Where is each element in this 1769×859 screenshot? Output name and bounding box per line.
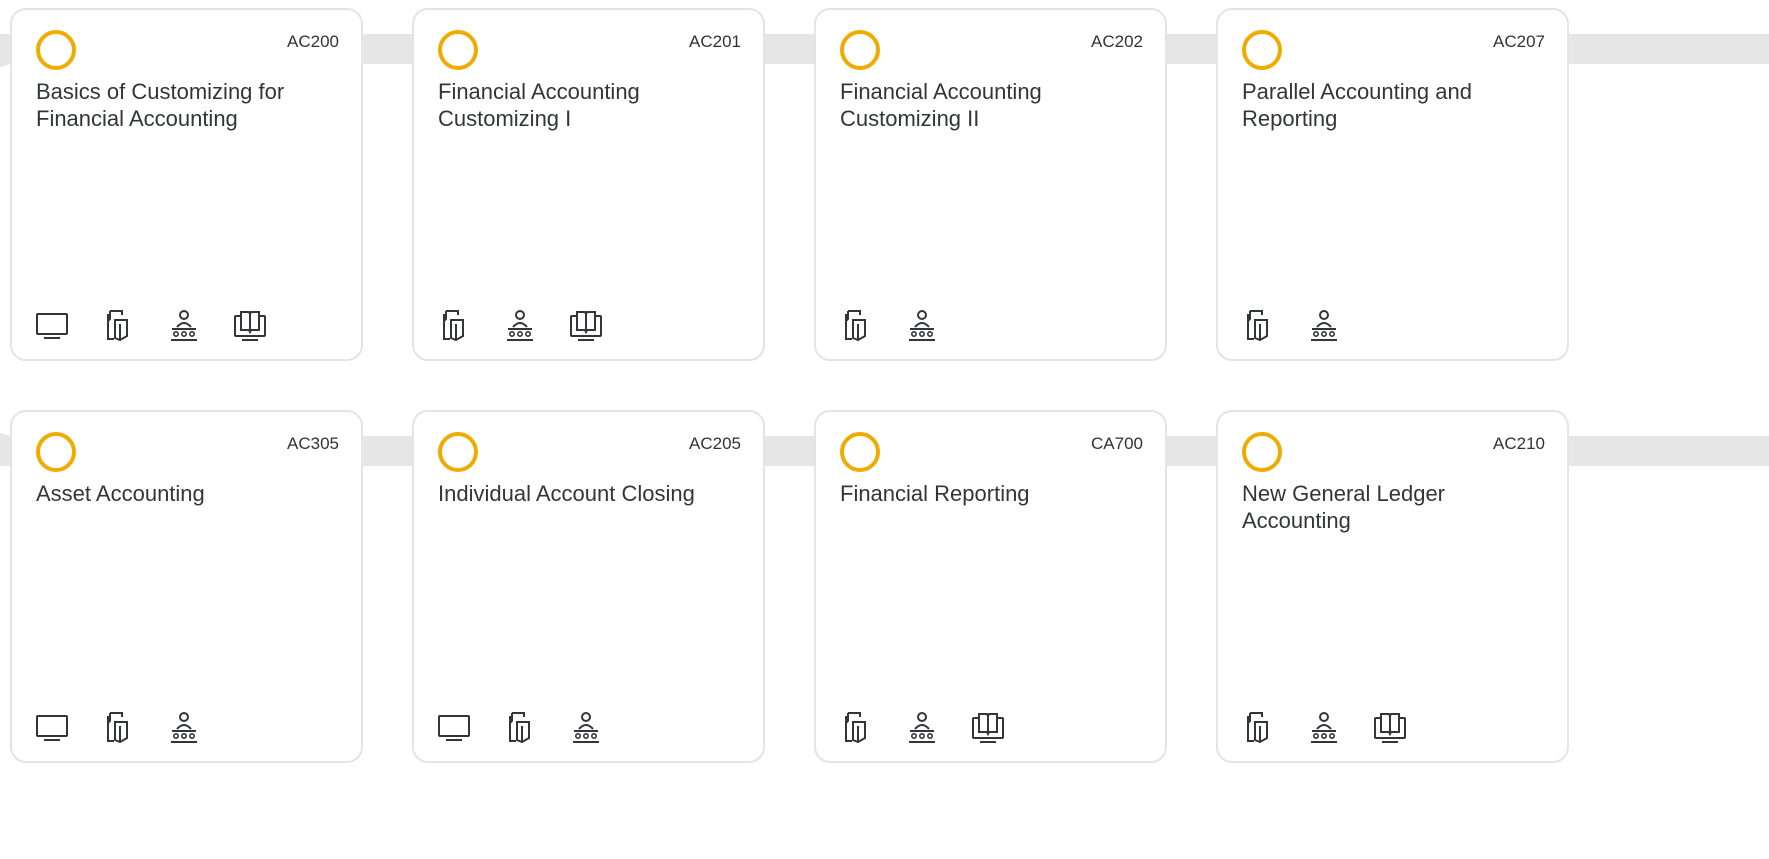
documents-icon xyxy=(838,307,874,343)
delivery-format-icons xyxy=(34,707,202,747)
status-ring-icon xyxy=(438,30,478,70)
status-ring-icon xyxy=(36,30,76,70)
course-title[interactable]: New General Ledger Accounting xyxy=(1242,480,1532,534)
documents-icon xyxy=(100,709,136,745)
course-code: AC202 xyxy=(1091,32,1143,51)
course-card-ac305[interactable]: AC305 Asset Accounting xyxy=(10,410,363,763)
status-ring-icon xyxy=(438,432,478,472)
documents-icon xyxy=(1240,709,1276,745)
delivery-format-icons xyxy=(1240,305,1342,345)
course-title[interactable]: Financial Reporting xyxy=(840,480,1130,507)
documents-icon xyxy=(502,709,538,745)
course-title[interactable]: Individual Account Closing xyxy=(438,480,728,507)
documents-icon xyxy=(838,709,874,745)
status-ring-icon xyxy=(840,432,880,472)
ebook-icon xyxy=(970,709,1006,745)
course-title[interactable]: Asset Accounting xyxy=(36,480,326,507)
status-ring-icon xyxy=(840,30,880,70)
course-title[interactable]: Financial Accounting Customizing I xyxy=(438,78,728,132)
delivery-format-icons xyxy=(34,305,268,345)
course-title[interactable]: Financial Accounting Customizing II xyxy=(840,78,1130,132)
course-title[interactable]: Basics of Customizing for Financial Acco… xyxy=(36,78,326,132)
classroom-icon xyxy=(502,307,538,343)
status-ring-icon xyxy=(1242,432,1282,472)
monitor-icon xyxy=(34,709,70,745)
ebook-icon xyxy=(568,307,604,343)
course-code: AC210 xyxy=(1493,434,1545,453)
classroom-icon xyxy=(166,709,202,745)
delivery-format-icons xyxy=(1240,707,1408,747)
course-card-ca700[interactable]: CA700 Financial Reporting xyxy=(814,410,1167,763)
monitor-icon xyxy=(436,709,472,745)
delivery-format-icons xyxy=(436,707,604,747)
course-card-ac207[interactable]: AC207 Parallel Accounting and Reporting xyxy=(1216,8,1569,361)
course-card-ac201[interactable]: AC201 Financial Accounting Customizing I xyxy=(412,8,765,361)
classroom-icon xyxy=(166,307,202,343)
documents-icon xyxy=(100,307,136,343)
course-code: AC207 xyxy=(1493,32,1545,51)
documents-icon xyxy=(1240,307,1276,343)
classroom-icon xyxy=(1306,709,1342,745)
ebook-icon xyxy=(1372,709,1408,745)
classroom-icon xyxy=(904,307,940,343)
monitor-icon xyxy=(34,307,70,343)
documents-icon xyxy=(436,307,472,343)
ebook-icon xyxy=(232,307,268,343)
status-ring-icon xyxy=(36,432,76,472)
course-code: AC201 xyxy=(689,32,741,51)
course-card-ac210[interactable]: AC210 New General Ledger Accounting xyxy=(1216,410,1569,763)
course-title[interactable]: Parallel Accounting and Reporting xyxy=(1242,78,1532,132)
course-card-ac202[interactable]: AC202 Financial Accounting Customizing II xyxy=(814,8,1167,361)
classroom-icon xyxy=(904,709,940,745)
course-code: AC200 xyxy=(287,32,339,51)
delivery-format-icons xyxy=(838,707,1006,747)
delivery-format-icons xyxy=(436,305,604,345)
course-code: AC305 xyxy=(287,434,339,453)
course-code: CA700 xyxy=(1091,434,1143,453)
course-card-ac205[interactable]: AC205 Individual Account Closing xyxy=(412,410,765,763)
status-ring-icon xyxy=(1242,30,1282,70)
classroom-icon xyxy=(1306,307,1342,343)
classroom-icon xyxy=(568,709,604,745)
course-card-ac200[interactable]: AC200 Basics of Customizing for Financial… xyxy=(10,8,363,361)
delivery-format-icons xyxy=(838,305,940,345)
course-code: AC205 xyxy=(689,434,741,453)
